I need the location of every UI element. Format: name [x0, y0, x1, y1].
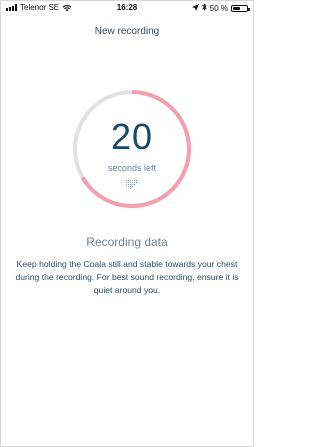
- status-bar: Telenor SE 16:28 50 %: [1, 1, 253, 15]
- heart-icon: [124, 178, 138, 190]
- bluetooth-icon: [201, 3, 207, 13]
- page-title: New recording: [94, 26, 160, 37]
- app-screen: Telenor SE 16:28 50 % New recording 20 s…: [0, 0, 254, 447]
- status-bar-right: 50 %: [191, 3, 250, 13]
- recording-instructions: Keep holding the Coala still and stable …: [15, 259, 239, 295]
- recording-title: Recording data: [86, 235, 168, 249]
- countdown-ring: 20 seconds left: [72, 89, 192, 209]
- location-arrow-icon: [191, 3, 199, 13]
- seconds-count: 20: [110, 116, 154, 157]
- battery-icon: [231, 4, 250, 12]
- seconds-left-label: seconds left: [107, 163, 157, 173]
- battery-percent: 50 %: [209, 3, 228, 13]
